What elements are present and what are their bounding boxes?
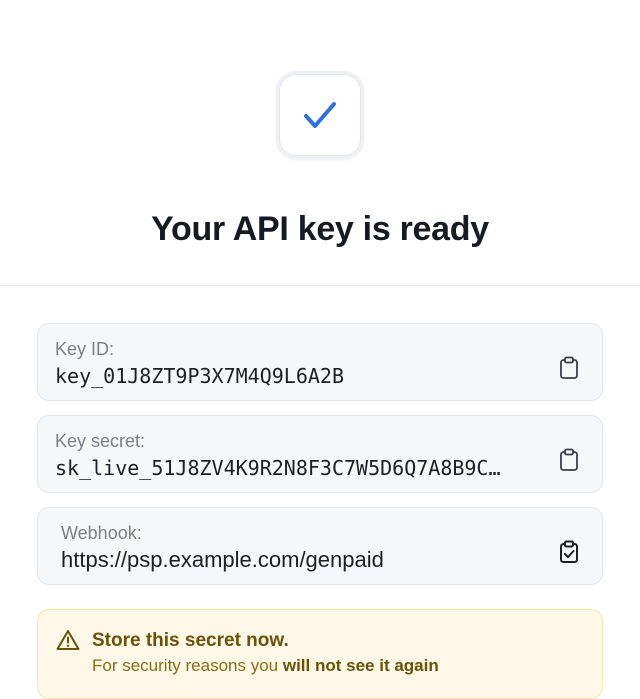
webhook-field: Webhook: https://psp.example.com/genpaid <box>37 507 603 585</box>
key-secret-value[interactable]: sk_live_51J8ZV4K9R2N8F3C7W5D6Q7A8B9C… <box>55 455 535 481</box>
warning-body-prefix: For security reasons you <box>92 656 283 675</box>
checkmark-icon <box>304 102 336 128</box>
success-badge <box>276 71 364 159</box>
header-divider <box>0 285 640 286</box>
clipboard-icon <box>560 356 578 379</box>
clipboard-icon <box>560 448 578 471</box>
warning-body: For security reasons you will not see it… <box>92 655 439 677</box>
key-id-field: Key ID: key_01J8ZT9P3X7M4Q9L6A2B <box>37 323 603 401</box>
page-title: Your API key is ready <box>151 210 489 248</box>
warning-title: Store this secret now. <box>92 630 289 651</box>
security-warning: Store this secret now. For security reas… <box>37 609 603 699</box>
clipboard-check-icon <box>560 540 578 563</box>
key-id-value[interactable]: key_01J8ZT9P3X7M4Q9L6A2B <box>55 363 535 389</box>
webhook-label: Webhook: <box>61 523 142 543</box>
warning-triangle-icon <box>56 630 80 650</box>
copy-key-secret-button[interactable] <box>558 447 580 473</box>
copy-key-id-button[interactable] <box>558 355 580 381</box>
copy-webhook-button[interactable] <box>558 539 580 565</box>
key-secret-field: Key secret: sk_live_51J8ZV4K9R2N8F3C7W5D… <box>37 415 603 493</box>
webhook-value[interactable]: https://psp.example.com/genpaid <box>61 547 541 573</box>
warning-body-emphasis: will not see it again <box>282 656 439 675</box>
key-id-label: Key ID: <box>55 339 115 359</box>
success-header: Your API key is ready <box>0 0 640 286</box>
key-secret-label: Key secret: <box>55 431 146 451</box>
